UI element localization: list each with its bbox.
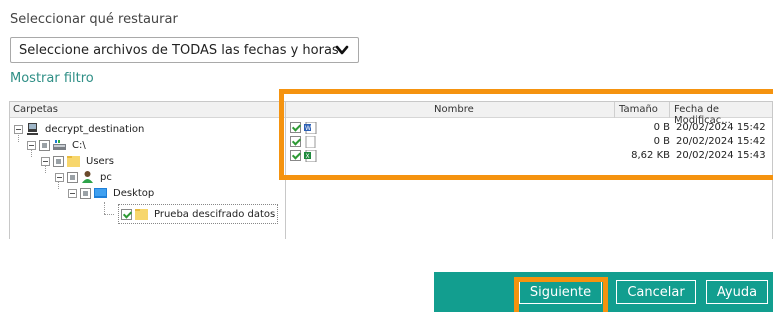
folder-icon xyxy=(135,209,148,220)
tree-node-desktop[interactable]: Desktop xyxy=(68,185,154,201)
checkbox-checked[interactable] xyxy=(290,150,301,161)
word-doc-icon: W xyxy=(304,122,317,134)
file-row[interactable]: 0 B 20/02/2024 15:42 xyxy=(286,136,772,148)
restore-date-select[interactable]: Seleccione archivos de TODAS las fechas … xyxy=(10,37,359,63)
tree-node-pc[interactable]: pc xyxy=(55,169,112,185)
column-name[interactable]: Nombre xyxy=(434,104,474,115)
column-size[interactable]: Tamaño xyxy=(619,104,658,115)
tree-node-decrypt-destination[interactable]: decrypt_destination xyxy=(14,121,144,137)
checkbox-checked[interactable] xyxy=(121,208,132,220)
tree-node-users[interactable]: Users xyxy=(41,153,114,169)
chevron-down-icon xyxy=(335,45,349,55)
user-icon xyxy=(82,171,93,183)
checkbox-partial[interactable] xyxy=(39,139,50,151)
folder-icon xyxy=(67,156,80,167)
desktop-folder-icon xyxy=(94,188,107,198)
tree-node-c-drive[interactable]: C:\ xyxy=(27,137,86,153)
restore-label: Seleccionar qué restaurar xyxy=(10,12,178,27)
checkbox-partial[interactable] xyxy=(80,187,91,199)
tree-node-label: Users xyxy=(86,155,115,167)
next-button[interactable]: Siguiente xyxy=(519,280,602,304)
file-size: 0 B xyxy=(653,136,670,147)
excel-doc-icon: X xyxy=(304,150,317,162)
tree-node-prueba-descifrado-datos[interactable]: Prueba descifrado datos xyxy=(118,204,279,224)
cancel-button[interactable]: Cancelar xyxy=(616,280,696,304)
checkbox-checked[interactable] xyxy=(290,136,301,147)
tree-node-label: decrypt_destination xyxy=(45,123,145,135)
files-panel: Nombre Tamaño Fecha de Modificac... W 0 … xyxy=(285,101,773,239)
select-value: Seleccione archivos de TODAS las fechas … xyxy=(19,42,339,58)
folder-tree-header: Carpetas xyxy=(10,102,286,118)
file-size: 0 B xyxy=(653,122,670,133)
help-button[interactable]: Ayuda xyxy=(706,280,768,304)
file-row[interactable]: W 0 B 20/02/2024 15:42 xyxy=(286,122,772,134)
collapse-toggle[interactable] xyxy=(68,188,77,198)
file-date: 20/02/2024 15:43 xyxy=(676,150,766,161)
checkbox-checked[interactable] xyxy=(290,122,301,133)
tree-node-label: C:\ xyxy=(72,139,86,151)
wizard-footer: Siguiente Cancelar Ayuda xyxy=(434,272,773,312)
checkbox-partial[interactable] xyxy=(67,171,78,183)
computer-icon xyxy=(27,123,38,135)
collapse-toggle[interactable] xyxy=(27,140,36,150)
file-date: 20/02/2024 15:42 xyxy=(676,136,766,147)
collapse-toggle[interactable] xyxy=(55,172,64,182)
svg-text:X: X xyxy=(306,153,310,160)
svg-text:W: W xyxy=(305,125,311,132)
folder-tree-panel: Carpetas decrypt_destination C:\ Users p… xyxy=(9,101,287,239)
show-filter-link[interactable]: Mostrar filtro xyxy=(10,71,94,86)
file-size: 8,62 KB xyxy=(631,150,670,161)
file-date: 20/02/2024 15:42 xyxy=(676,122,766,133)
drive-icon xyxy=(53,140,66,150)
blank-doc-icon xyxy=(305,136,316,148)
tree-node-label: Prueba descifrado datos xyxy=(154,208,276,220)
checkbox-partial[interactable] xyxy=(53,155,64,167)
files-header: Nombre Tamaño Fecha de Modificac... xyxy=(286,102,772,126)
collapse-toggle[interactable] xyxy=(41,156,50,166)
tree-node-label: pc xyxy=(100,171,112,183)
file-row[interactable]: X 8,62 KB 20/02/2024 15:43 xyxy=(286,150,772,162)
tree-node-label: Desktop xyxy=(113,187,155,199)
collapse-toggle[interactable] xyxy=(14,124,23,134)
